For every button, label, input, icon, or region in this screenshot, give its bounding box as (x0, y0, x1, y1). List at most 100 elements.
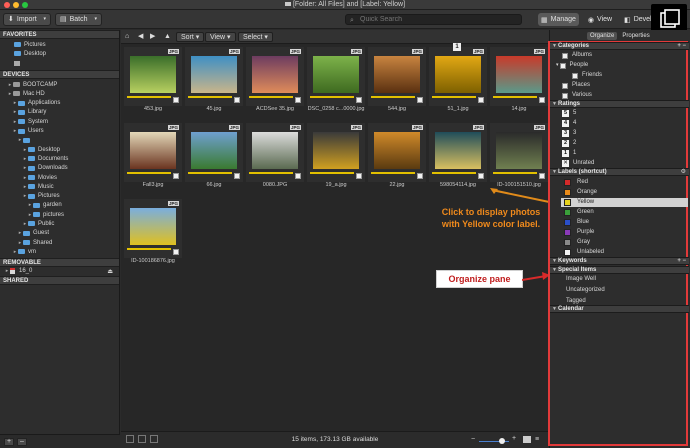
thumbnail-cell[interactable]: JPG (124, 199, 182, 258)
device-tree-item[interactable]: ▸ Applications (0, 98, 119, 107)
device-tree-item[interactable]: ▸ vm (0, 247, 119, 256)
photo-thumbnail[interactable]: JPG 51_1.jpg (429, 47, 487, 115)
calendar-header[interactable]: ▼ Calendar (550, 305, 689, 313)
tab-properties[interactable]: Properties (619, 32, 652, 40)
device-tree-item[interactable]: ▸ Downloads (0, 164, 119, 173)
thumbnail-cell[interactable]: JPG (307, 123, 365, 182)
quick-search-field[interactable]: ⌕ (345, 14, 522, 25)
color-label-item-blue[interactable]: Blue (564, 218, 589, 227)
thumbnail-size-slider[interactable] (479, 438, 509, 444)
category-checkbox[interactable] (562, 92, 568, 99)
disclosure-triangle-icon[interactable]: ▼ (552, 258, 557, 265)
device-tree-item[interactable]: ▸ Music (0, 182, 119, 191)
removable-item[interactable]: ▸ 16_0 ⏏ (0, 267, 119, 276)
photo-thumbnail[interactable]: JPG DSC_0258 c...0000.jpg (307, 47, 365, 115)
thumbnail-cell[interactable]: JPG (185, 123, 243, 182)
select-checkbox[interactable] (295, 173, 301, 179)
select-checkbox[interactable] (417, 173, 423, 179)
photo-image[interactable] (130, 56, 176, 93)
select-checkbox[interactable] (417, 97, 423, 103)
device-tree-item[interactable]: ▸ pictures (0, 210, 119, 219)
device-tree-item[interactable]: ▸ garden (0, 201, 119, 210)
device-tree-item[interactable]: ▸ Users (0, 126, 119, 135)
select-checkbox[interactable] (356, 173, 362, 179)
rating-item[interactable]: 44 (562, 119, 576, 128)
thumbnail-cell[interactable]: JPG (246, 123, 304, 182)
view-dropdown[interactable]: View ▾ (205, 32, 236, 42)
select-checkbox[interactable] (539, 97, 545, 103)
device-tree-item[interactable]: ▸ Documents (0, 154, 119, 163)
category-item[interactable]: Various (562, 91, 592, 100)
photo-thumbnail[interactable]: JPG Fall3.jpg (124, 123, 182, 191)
photo-image[interactable] (496, 56, 542, 93)
device-tree-item[interactable]: ▸ Public (0, 219, 119, 228)
select-checkbox[interactable] (478, 173, 484, 179)
photo-thumbnail[interactable]: JPG 45.jpg (185, 47, 243, 115)
disclosure-triangle-icon[interactable]: ▼ (552, 306, 557, 313)
device-tree-item[interactable]: ▸ BOOTCAMP (0, 80, 119, 89)
list-view-icon[interactable]: ≡ (535, 436, 539, 443)
devices-header[interactable]: DEVICES (0, 69, 119, 79)
photo-thumbnail[interactable]: JPG 544.jpg (368, 47, 426, 115)
photo-thumbnail[interactable]: JPG ID-100151510.jpg (490, 123, 548, 191)
device-tree-item[interactable]: ▸ Guest (0, 229, 119, 238)
add-folder-button[interactable]: + (4, 438, 14, 446)
select-checkbox[interactable] (234, 173, 240, 179)
select-dropdown[interactable]: Select ▾ (238, 32, 273, 42)
minimize-window-button[interactable] (13, 2, 19, 8)
photo-thumbnail[interactable]: JPG 19_a.jpg (307, 123, 365, 191)
thumbnail-cell[interactable]: JPG (429, 47, 487, 106)
disclosure-triangle-icon[interactable]: ▼ (552, 169, 557, 176)
photo-image[interactable] (313, 132, 359, 169)
rating-item[interactable]: ✕ Unrated (562, 159, 594, 168)
device-tree-item[interactable]: ▸ Movies (0, 173, 119, 182)
forward-arrow-icon[interactable]: ▶ (150, 32, 155, 42)
close-window-button[interactable] (4, 2, 10, 8)
photo-thumbnail[interactable]: JPG ID-100186876.jpg (124, 199, 182, 267)
device-tree-item[interactable]: ▸ (0, 136, 119, 145)
zoom-window-button[interactable] (22, 2, 28, 8)
section-actions[interactable]: ⚙ (681, 169, 686, 176)
photo-thumbnail[interactable]: JPG 0080.JPG (246, 123, 304, 191)
labels-header[interactable]: ▼ Labels (shortcut) ⚙ (550, 168, 689, 176)
photo-image[interactable] (191, 56, 237, 93)
photo-image[interactable] (130, 132, 176, 169)
slider-knob[interactable] (499, 438, 505, 444)
disclosure-triangle-icon[interactable]: ▼ (552, 101, 557, 108)
photo-image[interactable] (252, 132, 298, 169)
section-actions[interactable]: + − (677, 43, 686, 50)
color-label-item-red[interactable]: Red (564, 178, 588, 187)
device-tree-item[interactable]: ▸ System (0, 117, 119, 126)
color-label-item-yellow[interactable]: Yellow (564, 198, 594, 207)
zoom-in-icon[interactable]: + (512, 435, 516, 442)
photo-image[interactable] (435, 56, 481, 93)
photo-thumbnail[interactable]: JPG 22.jpg (368, 123, 426, 191)
device-tree-item[interactable]: ▸ Pictures (0, 191, 119, 200)
thumbnail-cell[interactable]: JPG (185, 47, 243, 106)
select-checkbox[interactable] (295, 97, 301, 103)
select-checkbox[interactable] (173, 173, 179, 179)
category-item[interactable]: Albums (562, 51, 592, 60)
thumbnail-cell[interactable]: JPG (490, 47, 548, 106)
photo-image[interactable] (374, 56, 420, 93)
category-item[interactable]: Friends (572, 71, 602, 80)
thumbnail-cell[interactable]: JPG (246, 47, 304, 106)
category-checkbox[interactable] (562, 82, 568, 89)
rating-item[interactable]: 11 (562, 149, 576, 158)
photo-image[interactable] (435, 132, 481, 169)
thumbnail-cell[interactable]: JPG (124, 123, 182, 182)
disclosure-triangle-icon[interactable]: ▼ (552, 43, 557, 50)
photo-image[interactable] (130, 208, 176, 245)
thumbnail-cell[interactable]: JPG (124, 47, 182, 106)
color-label-item-purple[interactable]: Purple (564, 228, 594, 237)
mode-manage-button[interactable]: ▦ Manage (538, 13, 579, 26)
favorite-item[interactable]: Desktop (0, 49, 119, 58)
shared-header[interactable]: SHARED (0, 275, 119, 285)
favorites-header[interactable]: FAVORITES (0, 30, 119, 39)
photo-thumbnail[interactable]: JPG 598054114.jpg (429, 123, 487, 191)
mode-view-button[interactable]: ◉ View (585, 13, 615, 26)
ratings-header[interactable]: ▼ Ratings (550, 100, 689, 108)
remove-folder-button[interactable]: – (17, 438, 27, 446)
removable-header[interactable]: REMOVABLE (0, 257, 119, 267)
device-tree-item[interactable]: ▸ Library (0, 108, 119, 117)
